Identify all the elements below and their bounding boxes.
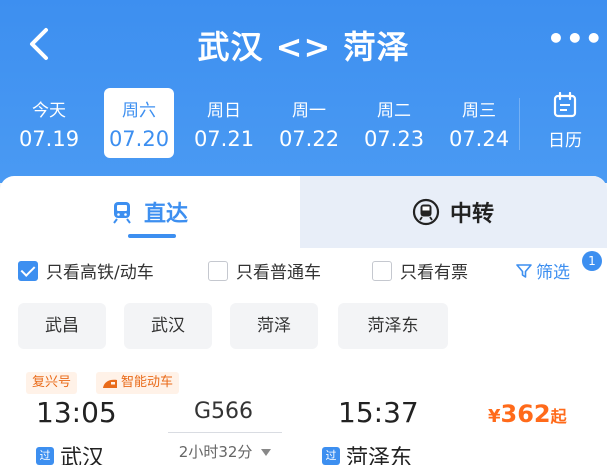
date-value: 07.24 [448, 127, 510, 151]
checkbox-unchecked[interactable] [208, 260, 228, 281]
date-value: 07.20 [108, 127, 170, 151]
date-value: 07.22 [278, 127, 340, 151]
station-chip[interactable]: 武昌 [18, 303, 106, 349]
date-item-0723[interactable]: 周二 07.23 [359, 88, 429, 158]
arrive-time: 15:37 [338, 396, 419, 429]
transfer-icon [412, 198, 440, 226]
date-item-0722[interactable]: 周一 07.22 [274, 88, 344, 158]
route-title: 武汉 <> 菏泽 [197, 28, 410, 66]
station-chip[interactable]: 菏泽 [230, 303, 318, 349]
screen-button[interactable]: 筛选 [516, 258, 570, 283]
station-filters: 武昌 武汉 菏泽 菏泽东 [18, 303, 607, 349]
depart-time: 13:05 [36, 396, 117, 429]
price: ¥362起 [488, 400, 567, 428]
date-weekday: 周三 [462, 101, 496, 121]
arrive-station-name: 菏泽东 [346, 446, 413, 465]
more-icon[interactable]: ••• [547, 25, 603, 58]
date-weekday: 周二 [377, 101, 411, 121]
filter-count-badge: 1 [582, 251, 602, 271]
screen-label: 筛选 [536, 263, 570, 283]
train-tag: 复兴号 [26, 372, 78, 394]
filter-label: 只看普通车 [236, 263, 321, 283]
filter-high-speed[interactable]: 只看高铁/动车 [18, 258, 154, 283]
price-currency: ¥ [488, 406, 501, 427]
duration-label: 2小时32分 [178, 443, 253, 461]
price-value: 362 [500, 400, 551, 428]
tab-direct-label: 直达 [144, 202, 189, 227]
station-chip[interactable]: 武汉 [124, 303, 212, 349]
date-value: 07.23 [363, 127, 425, 151]
depart-station-name: 武汉 [60, 446, 105, 465]
depart-station: 过 武汉 [36, 440, 104, 465]
checkbox-unchecked[interactable] [372, 260, 392, 281]
tab-transfer-label: 中转 [450, 202, 495, 227]
filter-label: 只看有票 [400, 263, 468, 283]
train-tag-label: 智能动车 [121, 375, 174, 390]
calendar-icon [553, 91, 577, 118]
train-tag-smart: 智能动车 [96, 372, 180, 394]
date-item-0720[interactable]: 周六 07.20 [104, 88, 174, 158]
date-item-0724[interactable]: 周三 07.24 [444, 88, 514, 158]
pass-mark: 过 [322, 447, 340, 465]
date-weekday: 周一 [292, 101, 326, 121]
tab-active-indicator [128, 234, 176, 238]
price-unit: 起 [550, 407, 567, 426]
date-item-0719[interactable]: 今天 07.19 [14, 88, 84, 158]
filter-label: 只看高铁/动车 [46, 263, 154, 283]
caret-down-icon [261, 449, 272, 456]
date-weekday: 今天 [32, 101, 66, 121]
date-value: 07.19 [18, 127, 80, 151]
filter-available[interactable]: 只看有票 [372, 258, 468, 283]
arrive-station: 过 菏泽东 [322, 440, 412, 465]
date-weekday: 周日 [207, 101, 241, 121]
date-item-0721[interactable]: 周日 07.21 [189, 88, 259, 158]
checkbox-checked[interactable] [18, 260, 38, 281]
date-selector: 今天 07.19 周六 07.20 周日 07.21 周一 07.22 周二 0… [14, 88, 534, 160]
calendar-label: 日历 [548, 131, 582, 151]
date-weekday: 周六 [122, 101, 156, 121]
bullet-train-icon [103, 379, 117, 388]
duration[interactable]: 2小时32分 [168, 432, 282, 461]
filter-normal-train[interactable]: 只看普通车 [208, 258, 321, 283]
train-icon [113, 202, 131, 224]
train-code: G566 [194, 399, 254, 424]
date-value: 07.21 [193, 127, 255, 151]
date-divider [519, 98, 520, 150]
pass-mark: 过 [36, 447, 54, 465]
tab-direct[interactable]: 直达 [110, 192, 188, 232]
station-chip[interactable]: 菏泽东 [338, 303, 448, 349]
tab-transfer[interactable]: 中转 [412, 192, 494, 232]
calendar-button[interactable]: 日历 [530, 91, 600, 158]
filter-icon [516, 263, 532, 278]
